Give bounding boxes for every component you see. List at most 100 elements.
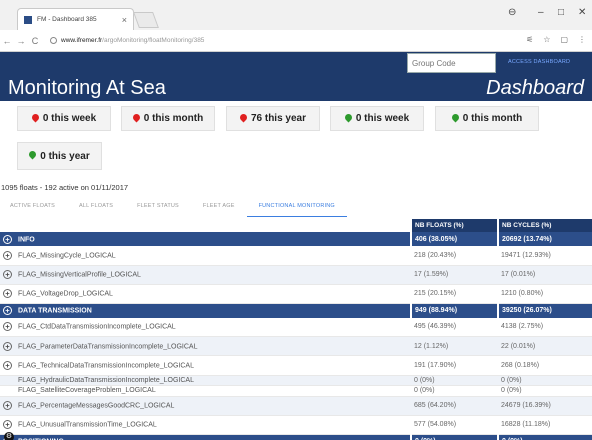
menu-icon[interactable]: ⋮ bbox=[578, 35, 586, 44]
filter-green-month-button[interactable]: 0 this month bbox=[435, 106, 539, 131]
table-row[interactable]: + FLAG_UnusualTransmissionTime_LOGICAL 577… bbox=[0, 415, 592, 436]
extension-icon[interactable]: ▢ bbox=[560, 35, 568, 44]
flag-floats: 218 (20.43%) bbox=[411, 246, 498, 266]
expand-icon[interactable]: + bbox=[3, 341, 12, 351]
flag-name-cell: + FLAG_ParameterDataTransmissionIncomplet… bbox=[0, 336, 411, 357]
flag-name: FLAG_VoltageDrop_LOGICAL bbox=[18, 290, 113, 298]
favicon-icon bbox=[24, 15, 32, 24]
info-icon[interactable] bbox=[50, 37, 57, 44]
filter-green-year-button[interactable]: 0 this year bbox=[17, 142, 102, 170]
col-header-cycles[interactable]: NB CYCLES (%) bbox=[497, 219, 592, 232]
settings-gear-icon[interactable]: ⚙ bbox=[4, 432, 14, 440]
nav-tabs: ACTIVE FLOATS ALL FLOATS FLEET STATUS FL… bbox=[10, 199, 580, 217]
minimize-button[interactable]: – bbox=[538, 7, 544, 18]
flag-name: FLAG_CtdDataTransmissionIncomplete_LOGIC… bbox=[18, 323, 176, 331]
page-title: Monitoring At Sea bbox=[8, 77, 166, 99]
flag-cycles: 4138 (2.75%) bbox=[498, 317, 592, 338]
table-row[interactable]: + FLAG_PercentageMessagesGoodCRC_LOGICAL 6… bbox=[0, 396, 592, 416]
flag-name: FLAG_MissingVerticalProfile_LOGICAL bbox=[18, 271, 141, 279]
map-pin-red-icon bbox=[240, 114, 247, 124]
section-floats: 0 (0%) bbox=[410, 434, 498, 440]
expand-icon[interactable]: + bbox=[3, 420, 12, 430]
browser-tabbar: FM - Dashboard 385 × ⊖ – □ ✕ bbox=[0, 0, 592, 30]
filter-red-week-button[interactable]: 0 this week bbox=[17, 106, 111, 131]
flag-floats: 685 (64.20%) bbox=[411, 396, 498, 416]
group-code-input[interactable] bbox=[407, 53, 496, 73]
close-window-button[interactable]: ✕ bbox=[578, 7, 586, 18]
expand-icon[interactable]: + bbox=[3, 270, 12, 280]
filter-label: 0 this week bbox=[42, 113, 97, 124]
table-row[interactable]: FLAG_HydraulicDataTransmissionIncomplete… bbox=[0, 375, 592, 387]
table-row[interactable]: FLAG_SatelliteCoverageProblem_LOGICAL 0 (… bbox=[0, 385, 592, 397]
filter-red-month-button[interactable]: 0 this month bbox=[121, 106, 215, 131]
new-tab-button[interactable] bbox=[133, 12, 159, 28]
browser-tab[interactable]: FM - Dashboard 385 × bbox=[17, 8, 134, 30]
expand-icon[interactable]: + bbox=[3, 250, 12, 260]
col-header-floats[interactable]: NB FLOATS (%) bbox=[410, 219, 498, 232]
tab-fleet-age[interactable]: FLEET AGE bbox=[191, 199, 247, 217]
map-pin-green-icon bbox=[29, 151, 36, 161]
tab-fleet-status[interactable]: FLEET STATUS bbox=[125, 199, 191, 217]
section-name-cell: + DATA TRANSMISSION bbox=[0, 303, 411, 318]
translate-icon[interactable]: ⚟ bbox=[526, 35, 533, 44]
monitoring-table: NB FLOATS (%) NB CYCLES (%) + INFO 406 (38… bbox=[0, 219, 592, 440]
table-row[interactable]: + FLAG_CtdDataTransmissionIncomplete_LOGI… bbox=[0, 317, 592, 338]
section-floats: 406 (38.05%) bbox=[410, 232, 498, 246]
maximize-button[interactable]: □ bbox=[558, 7, 564, 18]
flag-name: FLAG_HydraulicDataTransmissionIncomplete… bbox=[18, 376, 194, 384]
section-row[interactable]: +POSITIONING0 (0%)0 (0%) bbox=[0, 434, 592, 440]
expand-icon[interactable]: + bbox=[3, 234, 12, 244]
expand-icon[interactable]: + bbox=[3, 361, 12, 371]
flag-name: FLAG_TechnicalDataTransmissionIncomplete… bbox=[18, 362, 194, 370]
table-row[interactable]: + FLAG_TechnicalDataTransmissionIncomplet… bbox=[0, 355, 592, 376]
filter-label: 0 this week bbox=[355, 113, 410, 124]
flag-cycles: 17 (0.01%) bbox=[498, 265, 592, 285]
table-row[interactable]: + FLAG_MissingVerticalProfile_LOGICAL 17 (… bbox=[0, 265, 592, 285]
section-row[interactable]: + DATA TRANSMISSION 949 (88.94%) 39250 (26.… bbox=[0, 303, 592, 318]
back-icon[interactable]: ← bbox=[0, 36, 14, 46]
forward-icon[interactable]: → bbox=[14, 36, 28, 46]
access-dashboard-link[interactable]: ACCESS DASHBOARD bbox=[508, 59, 570, 65]
reload-icon[interactable]: C bbox=[28, 36, 42, 46]
flag-floats: 577 (54.08%) bbox=[411, 415, 498, 436]
table-row[interactable]: + FLAG_VoltageDrop_LOGICAL 215 (20.15%) 121… bbox=[0, 284, 592, 305]
section-name: DATA TRANSMISSION bbox=[18, 307, 92, 315]
profile-icon[interactable]: ⊖ bbox=[508, 7, 516, 18]
tab-all-floats[interactable]: ALL FLOATS bbox=[67, 199, 125, 217]
flag-floats: 17 (1.59%) bbox=[411, 265, 498, 285]
flag-name: FLAG_SatelliteCoverageProblem_LOGICAL bbox=[18, 387, 156, 395]
url-field[interactable]: www.ifremer.fr /argoMonitoring/floatMoni… bbox=[50, 37, 204, 44]
flag-floats: 191 (17.90%) bbox=[411, 355, 498, 376]
flag-cycles: 16828 (11.18%) bbox=[498, 415, 592, 436]
expand-icon[interactable]: + bbox=[3, 289, 12, 299]
flag-cycles: 268 (0.18%) bbox=[498, 355, 592, 376]
filter-green-week-button[interactable]: 0 this week bbox=[330, 106, 424, 131]
flag-floats: 12 (1.12%) bbox=[411, 336, 498, 357]
close-tab-icon[interactable]: × bbox=[122, 15, 127, 25]
table-row[interactable]: + FLAG_ParameterDataTransmissionIncomplet… bbox=[0, 336, 592, 357]
map-pin-red-icon bbox=[133, 114, 140, 124]
flag-name-cell: + FLAG_TechnicalDataTransmissionIncomplet… bbox=[0, 355, 411, 376]
flag-name-cell: FLAG_HydraulicDataTransmissionIncomplete… bbox=[0, 375, 411, 387]
filter-label: 0 this month bbox=[143, 113, 204, 124]
map-pin-red-icon bbox=[32, 114, 39, 124]
bookmark-star-icon[interactable]: ☆ bbox=[543, 35, 550, 44]
section-cycles: 0 (0%) bbox=[497, 434, 592, 440]
section-name-cell: + INFO bbox=[0, 232, 411, 246]
section-row[interactable]: + INFO 406 (38.05%) 20692 (13.74%) bbox=[0, 232, 592, 246]
section-name-cell: +POSITIONING bbox=[0, 434, 411, 440]
expand-icon[interactable]: + bbox=[3, 306, 12, 316]
table-row[interactable]: + FLAG_MissingCycle_LOGICAL 218 (20.43%) 19… bbox=[0, 246, 592, 266]
section-floats: 949 (88.94%) bbox=[410, 303, 498, 318]
section-cycles: 39250 (26.07%) bbox=[497, 303, 592, 318]
flag-cycles: 0 (0%) bbox=[498, 385, 592, 397]
flag-cycles: 24679 (16.39%) bbox=[498, 396, 592, 416]
expand-icon[interactable]: + bbox=[3, 401, 12, 411]
expand-icon[interactable]: + bbox=[3, 322, 12, 332]
flag-name-cell: FLAG_SatelliteCoverageProblem_LOGICAL bbox=[0, 385, 411, 397]
address-bar: ← → C www.ifremer.fr /argoMonitoring/flo… bbox=[0, 30, 592, 52]
flag-name-cell: + FLAG_MissingVerticalProfile_LOGICAL bbox=[0, 265, 411, 285]
tab-functional-monitoring[interactable]: FUNCTIONAL MONITORING bbox=[246, 199, 347, 217]
tab-active-floats[interactable]: ACTIVE FLOATS bbox=[10, 199, 67, 217]
filter-red-year-button[interactable]: 76 this year bbox=[226, 106, 320, 131]
